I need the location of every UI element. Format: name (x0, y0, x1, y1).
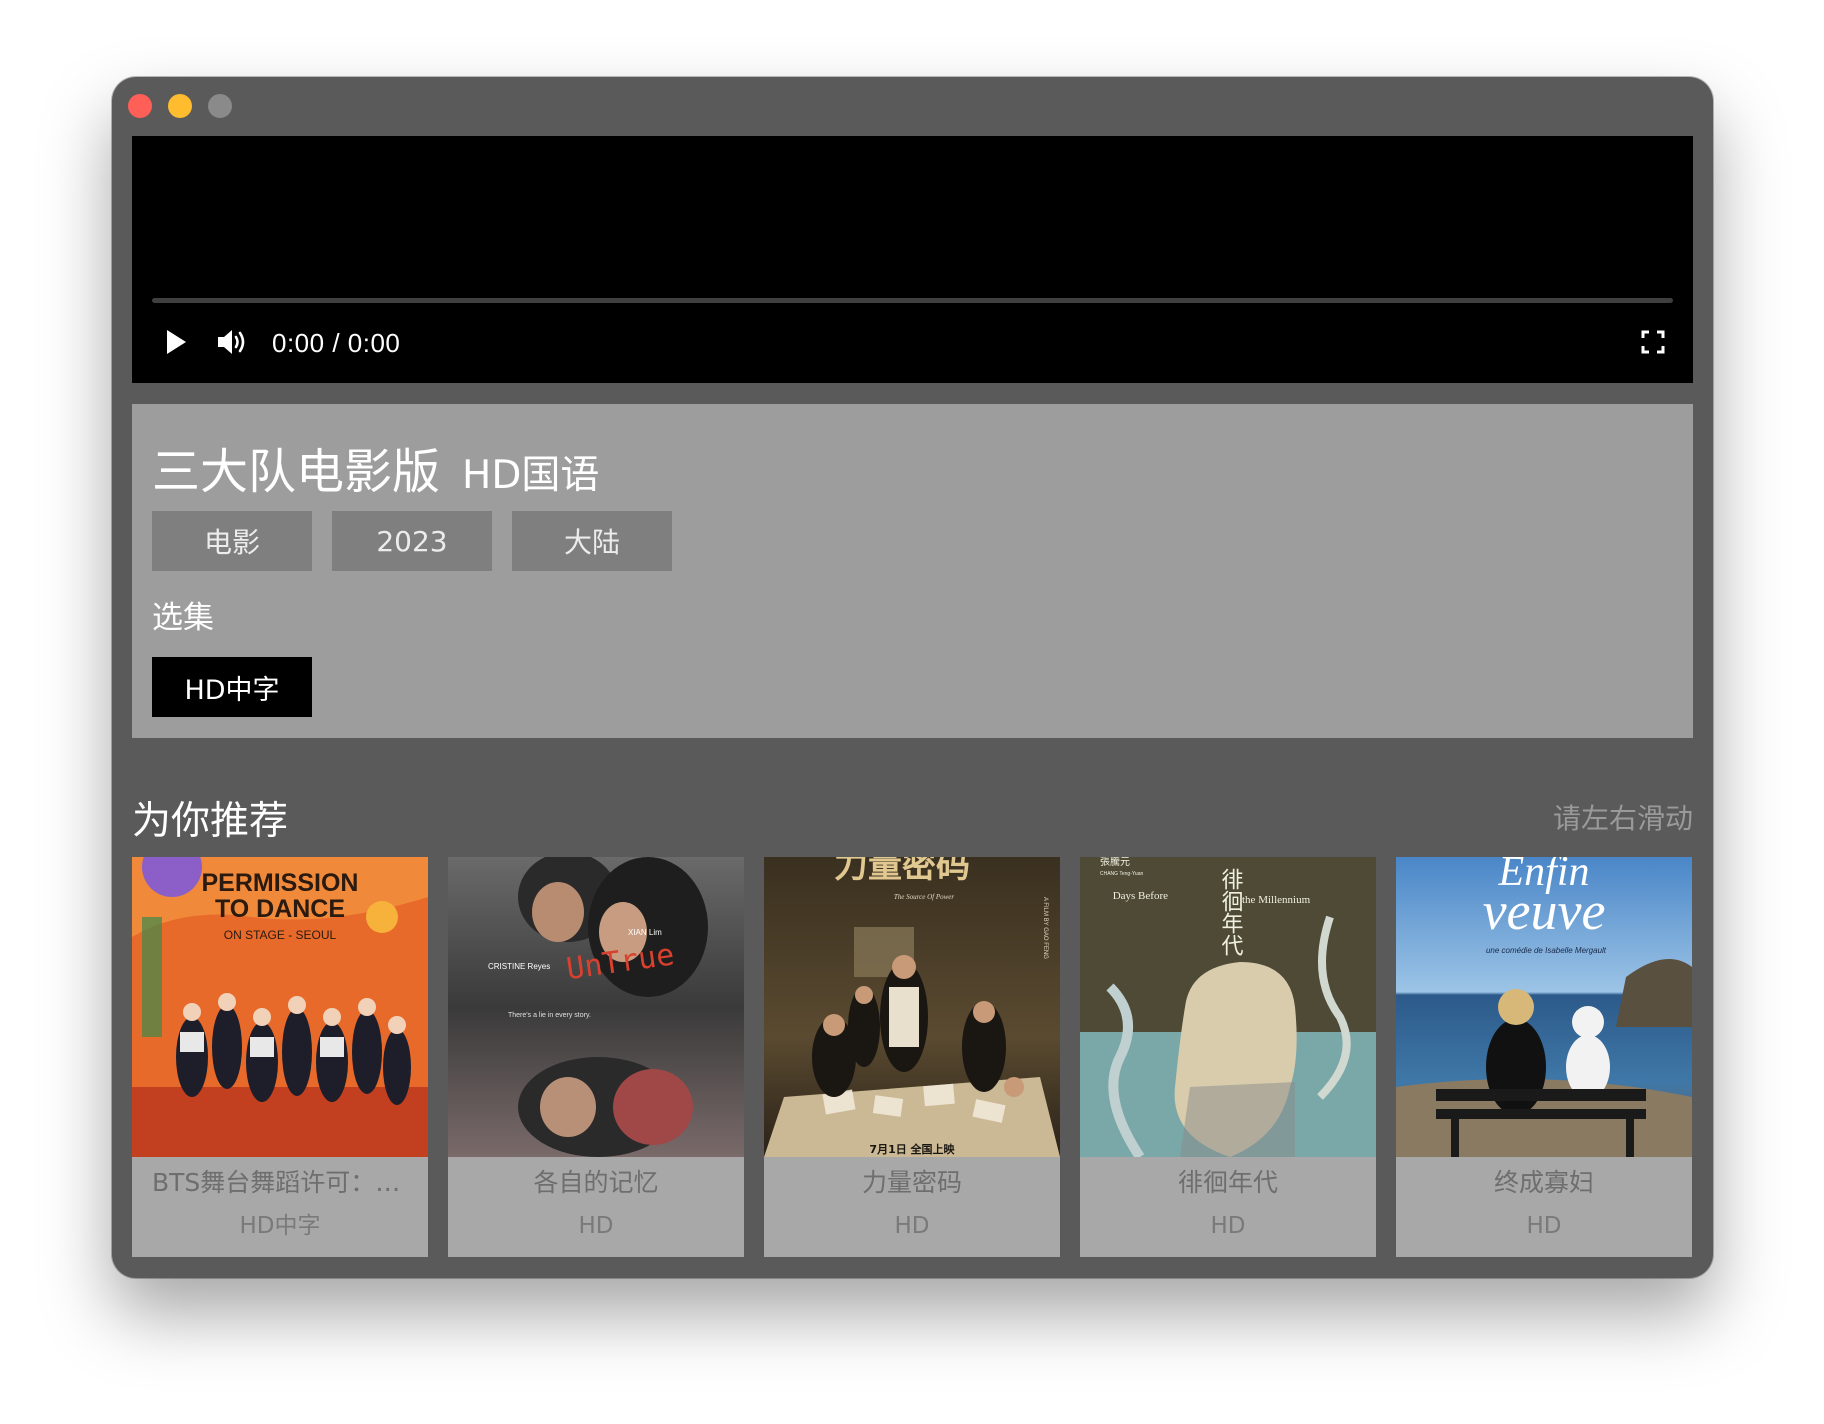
recommend-card[interactable]: Enfin veuve une comédie de Isabelle Merg… (1396, 857, 1692, 1257)
progress-bar[interactable] (152, 298, 1673, 303)
poster-image: 力量密码 The Source Of Power A FILM BY GAO F… (764, 857, 1060, 1157)
poster-side-text: A FILM BY GAO FENG (1042, 897, 1048, 959)
poster-date: 7月1日 全国上映 (869, 1142, 955, 1156)
poster-director-en: CHANG Teng-Yuan (1100, 871, 1143, 877)
poster-title-en-right: the Millennium (1242, 894, 1311, 906)
volume-button[interactable] (212, 320, 256, 364)
card-title: 力量密码 (861, 1168, 962, 1197)
recommend-card[interactable]: 張騰元 CHANG Teng-Yuan 徘徊年代 Days Before the… (1080, 857, 1376, 1257)
zoom-window-button[interactable] (208, 94, 232, 118)
recommend-card[interactable]: UnTrue CRISTINE Reyes XIAN Lim There's a… (448, 857, 744, 1257)
poster-title-en-left: Days Before (1113, 890, 1168, 902)
time-display: 0:00 / 0:00 (272, 328, 401, 358)
card-title: 各自的记忆 (533, 1168, 659, 1197)
volume-icon (218, 330, 245, 354)
recommend-card[interactable]: PERMISSION TO DANCE ON STAGE - SEOUL BTS… (132, 857, 428, 1257)
title-bar (112, 77, 1713, 135)
swipe-hint: 请左右滑动 (1552, 802, 1693, 835)
play-button[interactable] (156, 322, 196, 362)
recommend-list[interactable]: PERMISSION TO DANCE ON STAGE - SEOUL BTS… (132, 857, 1693, 1257)
movie-quality: HD国语 (462, 453, 600, 498)
play-icon (167, 330, 186, 354)
poster-image: PERMISSION TO DANCE ON STAGE - SEOUL (132, 857, 428, 1157)
poster-tagline: There's a lie in every story. (508, 1012, 591, 1019)
app-window: 0:00 / 0:00 三大队电影版 HD国语 电影 2023 大陆 选集 HD… (112, 77, 1713, 1278)
poster-director: 張騰元 (1100, 857, 1130, 868)
card-badge: HD中字 (239, 1213, 321, 1239)
card-badge: HD (578, 1213, 614, 1239)
poster-title-line2: TO DANCE (215, 895, 345, 923)
episodes-label: 选集 (152, 600, 214, 636)
minimize-window-button[interactable] (168, 94, 192, 118)
movie-info-panel: 三大队电影版 HD国语 电影 2023 大陆 选集 HD中字 (132, 404, 1693, 738)
tag-region[interactable]: 大陆 (512, 511, 672, 571)
recommend-card[interactable]: 力量密码 The Source Of Power A FILM BY GAO F… (764, 857, 1060, 1257)
poster-title: 力量密码 (834, 857, 970, 886)
poster-subtitle: The Source Of Power (894, 893, 954, 901)
card-badge: HD (894, 1213, 930, 1239)
tag-year[interactable]: 2023 (332, 511, 492, 571)
card-title: 徘徊年代 (1177, 1168, 1278, 1197)
fullscreen-button[interactable] (1633, 322, 1673, 362)
card-title: BTS舞台舞蹈许可：首尔 (152, 1168, 408, 1197)
poster-title-line2: veuve (1483, 881, 1606, 941)
poster-credit-right: XIAN Lim (628, 928, 662, 937)
recommend-header: 为你推荐 请左右滑动 (132, 782, 1693, 844)
movie-title: 三大队电影版 (152, 444, 441, 500)
poster-credit: une comédie de Isabelle Mergault (1486, 946, 1607, 955)
fullscreen-icon (1641, 330, 1665, 354)
poster-image: Enfin veuve une comédie de Isabelle Merg… (1396, 857, 1692, 1157)
poster-image: 張騰元 CHANG Teng-Yuan 徘徊年代 Days Before the… (1080, 857, 1376, 1157)
card-title: 终成寡妇 (1493, 1168, 1594, 1197)
card-badge: HD (1210, 1213, 1246, 1239)
movie-title-row: 三大队电影版 HD国语 (152, 432, 599, 502)
poster-title-cn: 徘徊年代 (1218, 868, 1244, 956)
poster-title-line1: PERMISSION (202, 869, 359, 897)
episode-button[interactable]: HD中字 (152, 657, 312, 717)
recommend-title: 为你推荐 (132, 799, 289, 844)
video-player[interactable]: 0:00 / 0:00 (132, 136, 1693, 383)
close-window-button[interactable] (128, 94, 152, 118)
poster-subtitle: ON STAGE - SEOUL (224, 928, 337, 942)
tag-category[interactable]: 电影 (152, 511, 312, 571)
poster-credit-left: CRISTINE Reyes (488, 962, 550, 971)
card-badge: HD (1526, 1213, 1562, 1239)
poster-image: UnTrue CRISTINE Reyes XIAN Lim There's a… (448, 857, 744, 1157)
movie-tags: 电影 2023 大陆 (152, 511, 672, 571)
